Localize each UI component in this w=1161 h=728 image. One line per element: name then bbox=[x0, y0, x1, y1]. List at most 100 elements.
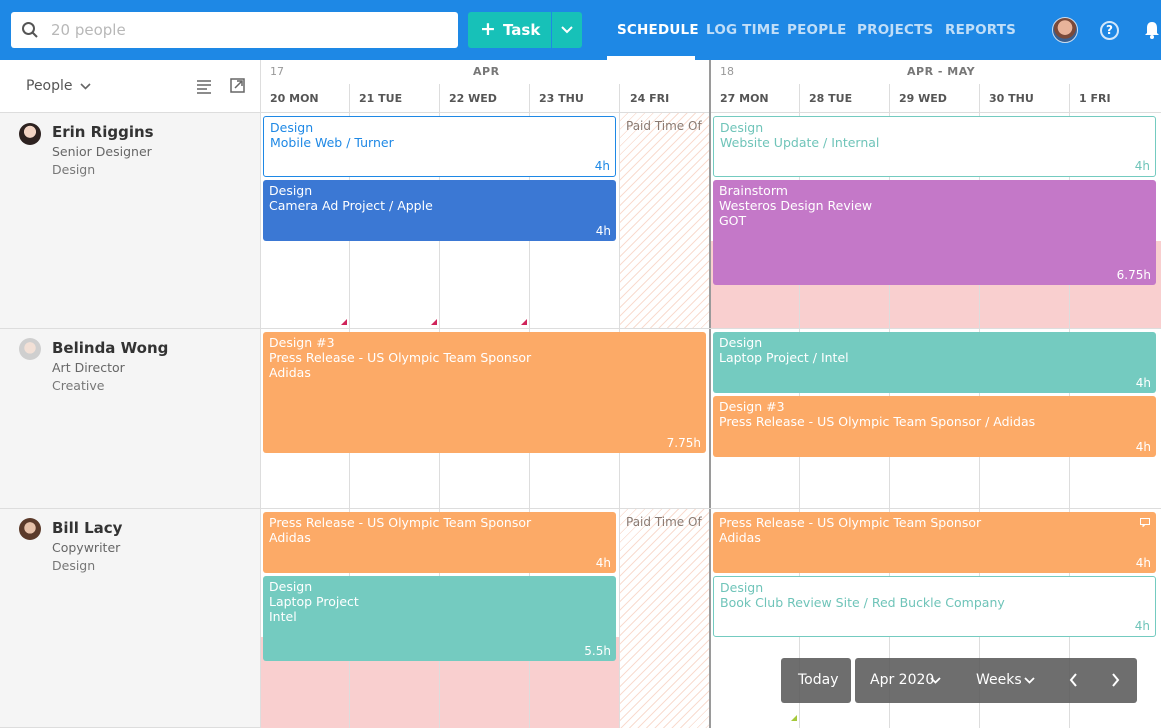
month-label: APR - MAY bbox=[907, 65, 976, 78]
task-project: Camera Ad Project / Apple bbox=[269, 198, 433, 213]
task-hours: 4h bbox=[1135, 440, 1151, 454]
overtime-indicator bbox=[521, 319, 527, 325]
nav-log-time[interactable]: LOG TIME bbox=[706, 22, 780, 38]
task-block[interactable]: Design Laptop Project Intel 5.5h bbox=[263, 576, 616, 661]
task-client: Intel bbox=[269, 609, 297, 624]
chevron-down-icon[interactable] bbox=[930, 677, 941, 684]
row-line bbox=[261, 508, 1161, 509]
task-project: Book Club Review Site / Red Buckle Compa… bbox=[720, 595, 1005, 610]
task-block[interactable]: Design Mobile Web / Turner 4h bbox=[263, 116, 616, 177]
export-icon[interactable] bbox=[230, 78, 245, 93]
view-select[interactable]: Weeks bbox=[976, 672, 1022, 688]
day-label: 1 FRI bbox=[1079, 92, 1111, 105]
task-block[interactable]: Design #3 Press Release - US Olympic Tea… bbox=[263, 332, 706, 453]
person-department: Design bbox=[52, 558, 96, 573]
month-label: APR bbox=[473, 65, 500, 78]
bell-icon[interactable] bbox=[1143, 20, 1161, 40]
task-project: Laptop Project bbox=[269, 594, 359, 609]
person-role: Senior Designer bbox=[52, 144, 152, 159]
task-hours: 6.75h bbox=[1116, 268, 1151, 282]
day-label: 30 THU bbox=[989, 92, 1034, 105]
chevron-right-icon[interactable] bbox=[1111, 673, 1120, 687]
task-block[interactable]: Design Website Update / Internal 4h bbox=[713, 116, 1156, 177]
avatar bbox=[19, 123, 41, 145]
task-hours: 4h bbox=[1134, 159, 1150, 173]
task-block[interactable]: Press Release - US Olympic Team Sponsor … bbox=[263, 512, 616, 573]
week-number: 18 bbox=[720, 65, 734, 78]
task-project: Mobile Web / Turner bbox=[270, 135, 394, 150]
help-icon[interactable]: ? bbox=[1100, 21, 1119, 40]
day-label: 21 TUE bbox=[359, 92, 403, 105]
comment-icon[interactable] bbox=[1140, 518, 1150, 527]
task-title: Design bbox=[720, 580, 764, 595]
task-project: Press Release - US Olympic Team Sponsor bbox=[719, 515, 982, 530]
date-header: 17 APR 18 APR - MAY 20 MON 21 TUE 22 WED… bbox=[261, 60, 1161, 113]
list-view-icon[interactable] bbox=[196, 78, 212, 94]
chevron-down-icon bbox=[561, 26, 573, 34]
person-row-erin-riggins[interactable]: Erin Riggins Senior Designer Design bbox=[0, 113, 261, 329]
pto-cell bbox=[620, 113, 709, 328]
task-title: Design #3 bbox=[719, 399, 785, 414]
pto-label: Paid Time Of bbox=[626, 515, 702, 529]
task-hours: 4h bbox=[1135, 556, 1151, 570]
search-icon bbox=[22, 22, 38, 38]
overtime-indicator bbox=[341, 319, 347, 325]
chevron-left-icon[interactable] bbox=[1069, 673, 1078, 687]
person-name: Erin Riggins bbox=[52, 123, 154, 141]
task-hours: 4h bbox=[1135, 376, 1151, 390]
task-title: Design #3 bbox=[269, 335, 335, 350]
task-project: Press Release - US Olympic Team Sponsor bbox=[269, 515, 532, 530]
task-project: Press Release - US Olympic Team Sponsor bbox=[269, 350, 532, 365]
row-line bbox=[261, 328, 1161, 329]
task-hours: 4h bbox=[594, 159, 610, 173]
search-box[interactable]: 20 people bbox=[11, 12, 458, 48]
week-divider bbox=[709, 60, 711, 728]
nav-reports[interactable]: REPORTS bbox=[945, 22, 1016, 38]
task-block[interactable]: Press Release - US Olympic Team Sponsor … bbox=[713, 512, 1156, 573]
task-dropdown-button[interactable] bbox=[552, 12, 582, 48]
task-project: Westeros Design Review bbox=[719, 198, 873, 213]
day-label: 22 WED bbox=[449, 92, 497, 105]
person-role: Art Director bbox=[52, 360, 125, 375]
user-avatar[interactable] bbox=[1052, 17, 1078, 43]
search-input[interactable]: 20 people bbox=[51, 21, 126, 39]
task-title: Design bbox=[719, 335, 763, 350]
person-department: Design bbox=[52, 162, 96, 177]
person-row-bill-lacy[interactable]: Bill Lacy Copywriter Design bbox=[0, 509, 261, 728]
task-client: Adidas bbox=[719, 530, 761, 545]
nav-projects[interactable]: PROJECTS bbox=[857, 22, 933, 38]
task-client: GOT bbox=[719, 213, 747, 228]
person-row-belinda-wong[interactable]: Belinda Wong Art Director Creative bbox=[0, 329, 261, 509]
task-block[interactable]: Design Camera Ad Project / Apple 4h bbox=[263, 180, 616, 241]
task-block[interactable]: Brainstorm Westeros Design Review GOT 6.… bbox=[713, 180, 1156, 285]
plus-icon: + bbox=[480, 18, 496, 40]
day-label: 23 THU bbox=[539, 92, 584, 105]
task-title: Brainstorm bbox=[719, 183, 788, 198]
add-task-button[interactable]: + Task bbox=[468, 12, 551, 48]
today-button[interactable]: Today bbox=[781, 658, 851, 703]
day-label: 20 MON bbox=[270, 92, 319, 105]
period-select[interactable]: Apr 2020 bbox=[870, 672, 934, 688]
task-title: Design bbox=[269, 183, 313, 198]
person-name: Belinda Wong bbox=[52, 339, 169, 357]
task-hours: 5.5h bbox=[584, 644, 611, 658]
nav-people[interactable]: PEOPLE bbox=[787, 22, 847, 38]
avatar bbox=[19, 518, 41, 540]
chevron-down-icon[interactable] bbox=[80, 83, 91, 90]
task-block[interactable]: Design #3 Press Release - US Olympic Tea… bbox=[713, 396, 1156, 457]
chevron-down-icon[interactable] bbox=[1024, 677, 1035, 684]
task-client: Adidas bbox=[269, 530, 311, 545]
task-block[interactable]: Design Book Club Review Site / Red Buckl… bbox=[713, 576, 1156, 637]
today-label: Today bbox=[798, 672, 839, 688]
task-client: Adidas bbox=[269, 365, 311, 380]
day-label: 28 TUE bbox=[809, 92, 853, 105]
day-label: 27 MON bbox=[720, 92, 769, 105]
nav-schedule[interactable]: SCHEDULE bbox=[617, 22, 699, 38]
overtime-indicator bbox=[431, 319, 437, 325]
people-filter-label[interactable]: People bbox=[26, 78, 73, 94]
week-number: 17 bbox=[270, 65, 284, 78]
task-title: Design bbox=[720, 120, 764, 135]
task-block[interactable]: Design Laptop Project / Intel 4h bbox=[713, 332, 1156, 393]
task-project: Website Update / Internal bbox=[720, 135, 880, 150]
task-hours: 4h bbox=[595, 224, 611, 238]
